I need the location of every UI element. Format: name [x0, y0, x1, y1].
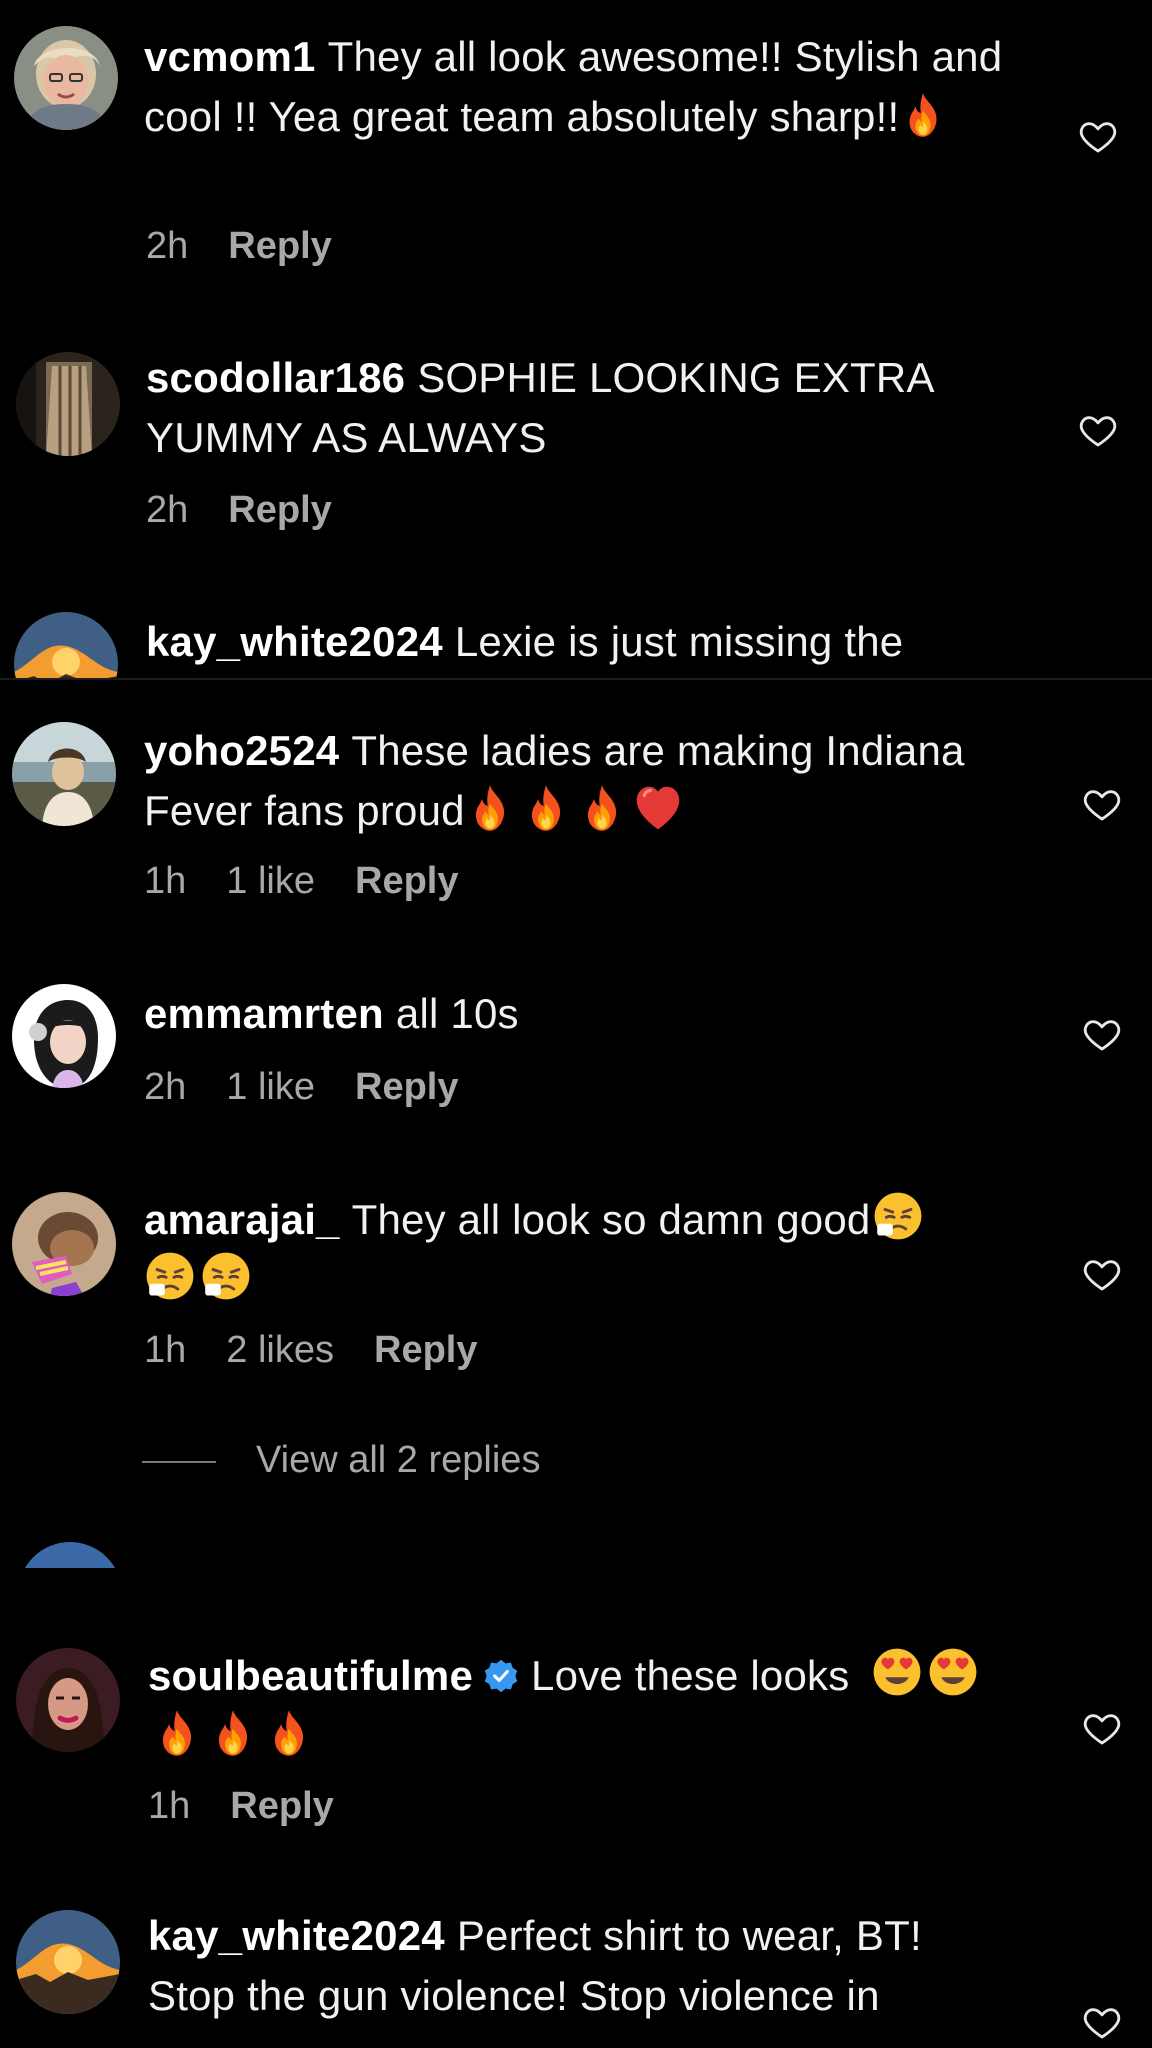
- avatar[interactable]: [12, 1192, 116, 1296]
- reply-button[interactable]: Reply: [374, 1329, 477, 1371]
- comment-time: 2h: [146, 489, 189, 531]
- comment-segment-1: vcmom1 They all look awesome!! Stylish an…: [0, 0, 1152, 678]
- comment-text: emmamrten all 10s: [144, 984, 1004, 1044]
- fire-emoji: [523, 783, 569, 833]
- avatar[interactable]: [16, 1910, 120, 2014]
- avatar[interactable]: [12, 722, 116, 826]
- fire-emoji: [154, 1708, 200, 1758]
- fire-emoji: [210, 1708, 256, 1758]
- comment-meta: 1h 1 like Reply: [144, 857, 458, 905]
- comment-body: They all look so damn good: [351, 1196, 871, 1243]
- comment-segment-3: soulbeautifulme Love these looks 1h Reply …: [0, 1570, 1152, 2048]
- fire-emoji: [467, 783, 513, 833]
- like-heart-icon[interactable]: [1082, 1014, 1122, 1054]
- comment-username[interactable]: kay_white2024: [146, 618, 443, 665]
- comment-text: yoho2524 These ladies are making Indiana …: [144, 721, 1044, 841]
- reply-button[interactable]: Reply: [355, 860, 458, 902]
- comment-text: soulbeautifulme Love these looks: [148, 1646, 1048, 1766]
- comment-segment-2: yoho2524 These ladies are making Indiana …: [0, 680, 1152, 1568]
- comment-time: 1h: [148, 1785, 191, 1827]
- reply-button[interactable]: Reply: [228, 489, 331, 531]
- comment-username[interactable]: kay_white2024: [148, 1912, 445, 1959]
- persevering-face-emoji: [200, 1250, 252, 1302]
- like-heart-icon[interactable]: [1078, 410, 1118, 450]
- comment-meta: 2h 1 like Reply: [144, 1063, 458, 1111]
- reply-button[interactable]: Reply: [355, 1066, 458, 1108]
- comment-username[interactable]: amarajai_: [144, 1196, 340, 1243]
- comment-meta: 1h 2 likes Reply: [144, 1326, 477, 1374]
- comment-username[interactable]: yoho2524: [144, 727, 339, 774]
- avatar[interactable]: [14, 26, 118, 130]
- comment-text: scodollar186 SOPHIE LOOKING EXTRA YUMMY A…: [146, 348, 1006, 468]
- comment-body: Love these looks: [531, 1652, 850, 1699]
- comment-likes[interactable]: 2 likes: [226, 1329, 334, 1371]
- comment-time: 2h: [146, 225, 189, 267]
- like-heart-icon[interactable]: [1082, 2002, 1122, 2042]
- like-heart-icon[interactable]: [1082, 1254, 1122, 1294]
- avatar: [18, 1542, 122, 1568]
- comment-meta: 1h Reply: [148, 1782, 334, 1830]
- comment-username[interactable]: vcmom1: [144, 33, 316, 80]
- like-heart-icon[interactable]: [1082, 784, 1122, 824]
- comment-username[interactable]: soulbeautifulme: [148, 1652, 473, 1699]
- comment-body: Lexie is just missing the: [454, 618, 904, 665]
- comment-time: 1h: [144, 1329, 187, 1371]
- view-replies-button[interactable]: View all 2 replies: [142, 1436, 540, 1484]
- comment-body: all 10s: [395, 990, 519, 1037]
- like-heart-icon[interactable]: [1082, 1708, 1122, 1748]
- view-replies-label: View all 2 replies: [256, 1439, 541, 1481]
- comment-time: 1h: [144, 860, 187, 902]
- reply-button[interactable]: Reply: [228, 225, 331, 267]
- reply-button[interactable]: Reply: [230, 1785, 333, 1827]
- comment-likes[interactable]: 1 like: [226, 860, 315, 902]
- avatar[interactable]: [14, 612, 118, 678]
- like-heart-icon[interactable]: [1078, 116, 1118, 156]
- heart-eyes-emoji: [927, 1646, 979, 1698]
- comment-username[interactable]: scodollar186: [146, 354, 405, 401]
- comment-meta: 2h Reply: [146, 222, 332, 270]
- fire-emoji: [266, 1708, 312, 1758]
- comment-time: 2h: [144, 1066, 187, 1108]
- fire-emoji: [901, 91, 945, 139]
- persevering-face-emoji: [144, 1250, 196, 1302]
- fire-emoji: [579, 783, 625, 833]
- persevering-face-emoji: [872, 1190, 924, 1242]
- comment-text: amarajai_ They all look so damn good: [144, 1190, 1004, 1310]
- red-heart-emoji: [633, 783, 683, 833]
- comment-username[interactable]: emmamrten: [144, 990, 384, 1037]
- comment-text: kay_white2024 Perfect shirt to wear, BT! …: [148, 1906, 1008, 2026]
- comment-text: kay_white2024 Lexie is just missing the: [146, 612, 1006, 672]
- comment-meta: 2h Reply: [146, 486, 332, 534]
- view-replies-line: [142, 1460, 216, 1463]
- comment-likes[interactable]: 1 like: [226, 1066, 315, 1108]
- avatar[interactable]: [16, 1648, 120, 1752]
- verified-badge-icon: [483, 1658, 519, 1694]
- heart-eyes-emoji: [871, 1646, 923, 1698]
- avatar[interactable]: [16, 352, 120, 456]
- avatar[interactable]: [12, 984, 116, 1088]
- comment-text: vcmom1 They all look awesome!! Stylish an…: [144, 27, 1004, 147]
